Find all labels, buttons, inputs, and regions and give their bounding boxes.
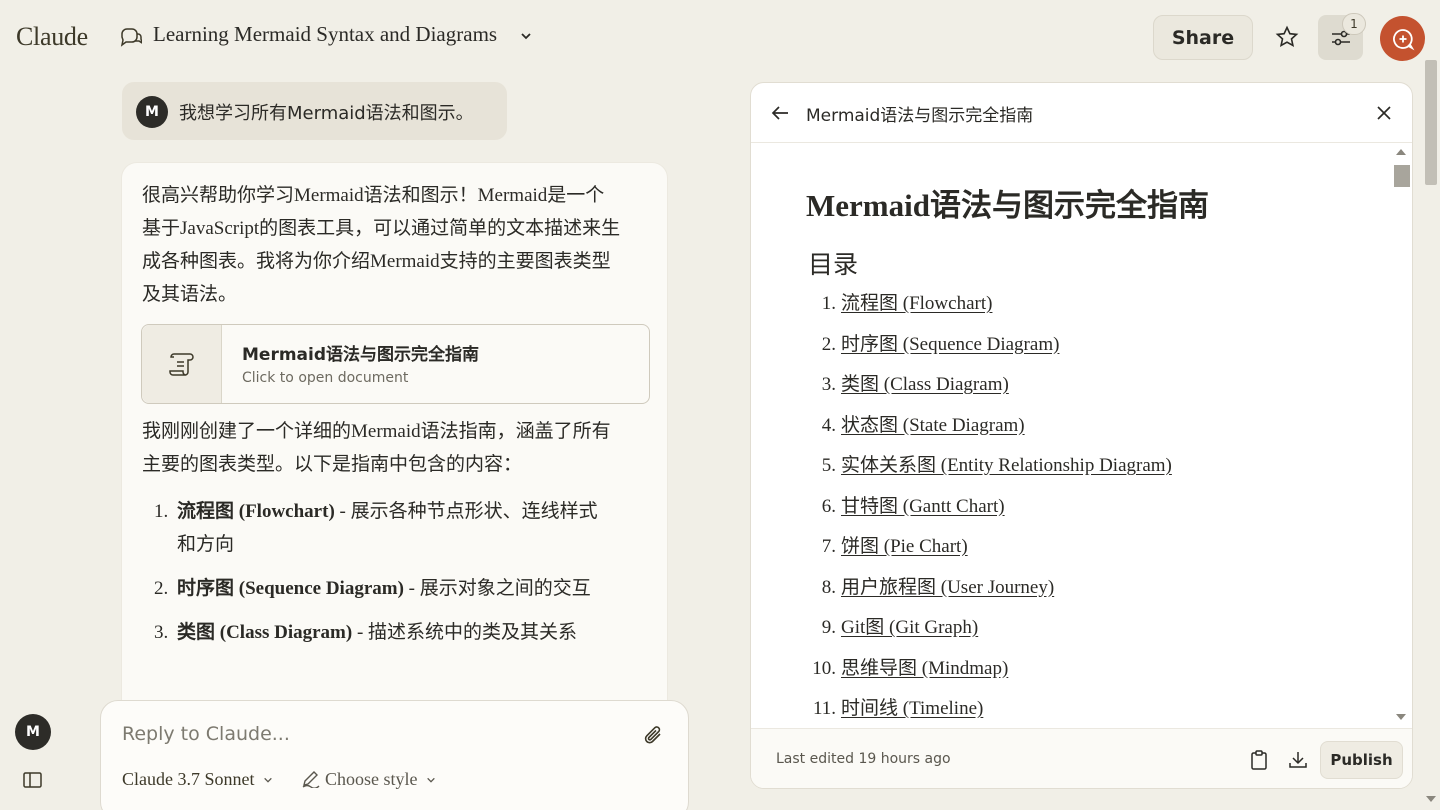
toc-link[interactable]: 用户旅程图 (User Journey)	[841, 577, 1054, 598]
toc-item: 6. 甘特图 (Gantt Chart)	[806, 492, 1172, 533]
toc-number: 3.	[821, 374, 836, 395]
toc-item: 11. 时间线 (Timeline)	[806, 694, 1172, 728]
sidebar-toggle-icon[interactable]	[22, 770, 44, 790]
toc-link[interactable]: 类图 (Class Diagram)	[841, 374, 1009, 395]
document-heading: Mermaid语法与图示完全指南	[806, 188, 1209, 223]
toc-link[interactable]: 饼图 (Pie Chart)	[841, 536, 968, 557]
toc-number: 8.	[821, 576, 836, 598]
toc-number: 5.	[821, 455, 836, 476]
toc-link[interactable]: 时序图 (Sequence Diagram)	[841, 334, 1059, 355]
assistant-intro: 很高兴帮助你学习Mermaid语法和图示！Mermaid是一个基于JavaScr…	[142, 185, 621, 305]
chevron-down-icon[interactable]	[520, 30, 532, 42]
page-scrollbar-thumb[interactable]	[1425, 60, 1437, 185]
list-item-term: 类图 (Class Diagram)	[177, 622, 353, 643]
share-button[interactable]: Share	[1153, 15, 1253, 60]
toc-item: 7. 饼图 (Pie Chart)	[806, 532, 1172, 573]
user-avatar[interactable]: M	[15, 714, 51, 750]
list-item-term: 流程图 (Flowchart)	[177, 501, 335, 522]
list-item-description: - 展示对象之间的交互	[403, 578, 591, 599]
toc-item: 9. Git图 (Git Graph)	[806, 613, 1172, 654]
toc-item: 3. 类图 (Class Diagram)	[806, 370, 1172, 411]
user-message: M 我想学习所有Mermaid语法和图示。	[122, 82, 507, 140]
avatar: M	[136, 96, 168, 128]
toc-link[interactable]: 状态图 (State Diagram)	[841, 415, 1025, 436]
document-panel-footer: Last edited 19 hours ago Publish	[751, 728, 1412, 788]
toc-number: 4.	[821, 414, 836, 436]
chevron-down-icon	[264, 777, 272, 783]
star-icon	[1275, 25, 1299, 48]
document-panel: Mermaid语法与图示完全指南 Mermaid语法与图示完全指南 目录 1. 流…	[750, 82, 1413, 789]
response-list: 1. 流程图 (Flowchart) - 展示各种节点形状、连线样式和方向 2.…	[142, 495, 612, 660]
pen-icon	[302, 771, 320, 789]
toc-number: 10.	[812, 657, 836, 679]
document-card-subtitle: Click to open document	[242, 370, 409, 386]
toc-item: 8. 用户旅程图 (User Journey)	[806, 573, 1172, 614]
scrollbar-thumb[interactable]	[1394, 165, 1410, 187]
document-card[interactable]: Mermaid语法与图示完全指南 Click to open document	[141, 324, 650, 404]
new-chat-button[interactable]	[1380, 16, 1425, 61]
toc-link[interactable]: 时间线 (Timeline)	[841, 698, 983, 719]
toc-number: 1.	[821, 293, 836, 314]
toc-link[interactable]: 实体关系图 (Entity Relationship Diagram)	[841, 455, 1172, 476]
document-panel-title: Mermaid语法与图示完全指南	[806, 106, 1034, 126]
notification-badge: 1	[1342, 13, 1366, 35]
toc-link[interactable]: Git图 (Git Graph)	[841, 617, 978, 638]
model-selector-label: Claude 3.7 Sonnet	[122, 769, 255, 789]
toc-heading: 目录	[808, 252, 859, 279]
scroll-document-icon	[168, 353, 194, 376]
toc-number: 11.	[812, 698, 836, 719]
model-selector[interactable]: Claude 3.7 Sonnet	[122, 769, 273, 790]
scroll-up-arrow-icon[interactable]	[1396, 149, 1406, 155]
page-scrollbar[interactable]	[1421, 60, 1440, 810]
document-thumbnail	[142, 325, 222, 403]
download-icon[interactable]	[1287, 749, 1309, 771]
list-item-description: - 描述系统中的类及其关系	[352, 622, 578, 643]
back-arrow-icon[interactable]	[769, 102, 791, 124]
reply-input[interactable]: Reply to Claude...	[122, 723, 290, 745]
star-button[interactable]	[1272, 22, 1302, 52]
paperclip-icon[interactable]	[641, 723, 667, 749]
conversation-title[interactable]: Learning Mermaid Syntax and Diagrams	[153, 22, 497, 47]
toc-link[interactable]: 甘特图 (Gantt Chart)	[841, 496, 1005, 517]
assistant-paragraph: 我刚刚创建了一个详细的Mermaid语法指南，涵盖了所有主要的图表类型。以下是指…	[142, 421, 611, 475]
document-content: Mermaid语法与图示完全指南 目录 1. 流程图 (Flowchart) 2.…	[751, 144, 1412, 728]
list-item-term: 时序图 (Sequence Diagram)	[177, 578, 404, 599]
document-panel-header: Mermaid语法与图示完全指南	[751, 83, 1412, 143]
publish-button[interactable]: Publish	[1320, 741, 1403, 779]
list-item-number: 1.	[154, 501, 169, 522]
style-selector[interactable]: Choose style	[301, 769, 436, 790]
toc-item: 4. 状态图 (State Diagram)	[806, 411, 1172, 452]
document-scrollbar[interactable]	[1392, 149, 1410, 721]
toc-item: 1. 流程图 (Flowchart)	[806, 289, 1172, 330]
claude-logo[interactable]: Claude	[16, 22, 88, 52]
style-selector-label: Choose style	[325, 769, 418, 789]
clipboard-icon[interactable]	[1248, 749, 1270, 771]
user-message-text: 我想学习所有Mermaid语法和图示。	[179, 103, 474, 124]
scroll-down-arrow-icon[interactable]	[1426, 796, 1436, 802]
toc-number: 9.	[821, 617, 836, 638]
list-item: 1. 流程图 (Flowchart) - 展示各种节点形状、连线样式和方向	[142, 495, 612, 561]
list-item: 2. 时序图 (Sequence Diagram) - 展示对象之间的交互	[142, 572, 612, 605]
scroll-down-arrow-icon[interactable]	[1396, 714, 1406, 720]
close-icon[interactable]	[1373, 102, 1395, 124]
document-card-title: Mermaid语法与图示完全指南	[242, 345, 480, 365]
toc-number: 2.	[821, 333, 836, 355]
chat-bubbles-icon	[120, 28, 142, 47]
toc-number: 6.	[821, 495, 836, 517]
table-of-contents: 1. 流程图 (Flowchart) 2. 时序图 (Sequence Diagra…	[806, 289, 1172, 728]
toc-link[interactable]: 思维导图 (Mindmap)	[841, 658, 1008, 679]
toc-item: 10. 思维导图 (Mindmap)	[806, 654, 1172, 695]
chat-plus-icon	[1392, 28, 1414, 50]
list-item-number: 3.	[154, 622, 169, 643]
toc-item: 5. 实体关系图 (Entity Relationship Diagram)	[806, 451, 1172, 492]
list-item: 3. 类图 (Class Diagram) - 描述系统中的类及其关系	[142, 616, 612, 649]
toc-link[interactable]: 流程图 (Flowchart)	[841, 293, 992, 314]
toc-item: 2. 时序图 (Sequence Diagram)	[806, 330, 1172, 371]
top-bar: Claude Learning Mermaid Syntax and Diagr…	[0, 0, 1440, 72]
last-edited-text: Last edited 19 hours ago	[776, 751, 951, 767]
chevron-down-icon	[427, 777, 435, 783]
toc-number: 7.	[821, 536, 836, 557]
reply-composer[interactable]: Reply to Claude... Claude 3.7 Sonnet Cho…	[100, 700, 689, 810]
list-item-number: 2.	[154, 578, 169, 599]
